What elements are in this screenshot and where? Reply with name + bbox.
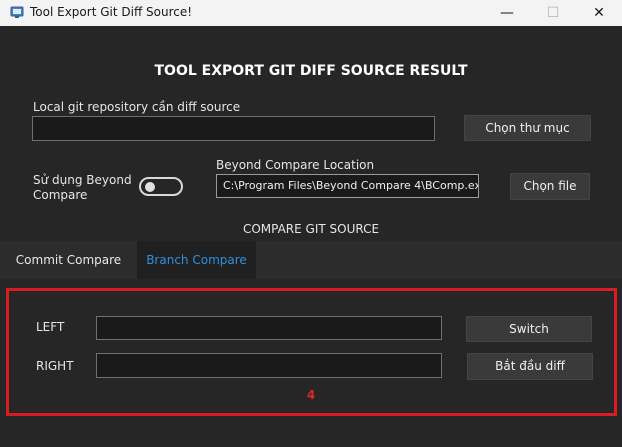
location-label: Beyond Compare Location [216,158,375,172]
beyond-toggle-label: Sử dụng Beyond Compare [33,173,132,202]
tab-branch-compare[interactable]: Branch Compare [137,241,256,279]
title-bar: Tool Export Git Diff Source! — ☐ ✕ [0,0,622,26]
maximize-button[interactable]: ☐ [530,0,576,26]
repo-path-input[interactable] [32,116,435,141]
page-title: TOOL EXPORT GIT DIFF SOURCE RESULT [154,63,468,79]
beyond-location-input[interactable]: C:\Program Files\Beyond Compare 4\BComp.… [216,174,479,198]
tab-commit-compare[interactable]: Commit Compare [0,241,137,279]
compare-section-label: COMPARE GIT SOURCE [242,222,380,236]
close-button[interactable]: ✕ [576,0,622,26]
minimize-button[interactable]: — [484,0,530,26]
window-title: Tool Export Git Diff Source! [30,5,193,19]
app-icon [10,6,24,18]
toggle-knob [145,182,155,192]
annotation-number: 4 [306,388,316,402]
repo-label: Local git repository cần diff source [33,100,241,114]
choose-folder-button[interactable]: Chọn thư mục [464,115,591,141]
compare-tabs: Commit Compare Branch Compare [0,241,622,279]
choose-file-button[interactable]: Chọn file [510,173,590,200]
beyond-compare-toggle[interactable] [139,177,183,196]
